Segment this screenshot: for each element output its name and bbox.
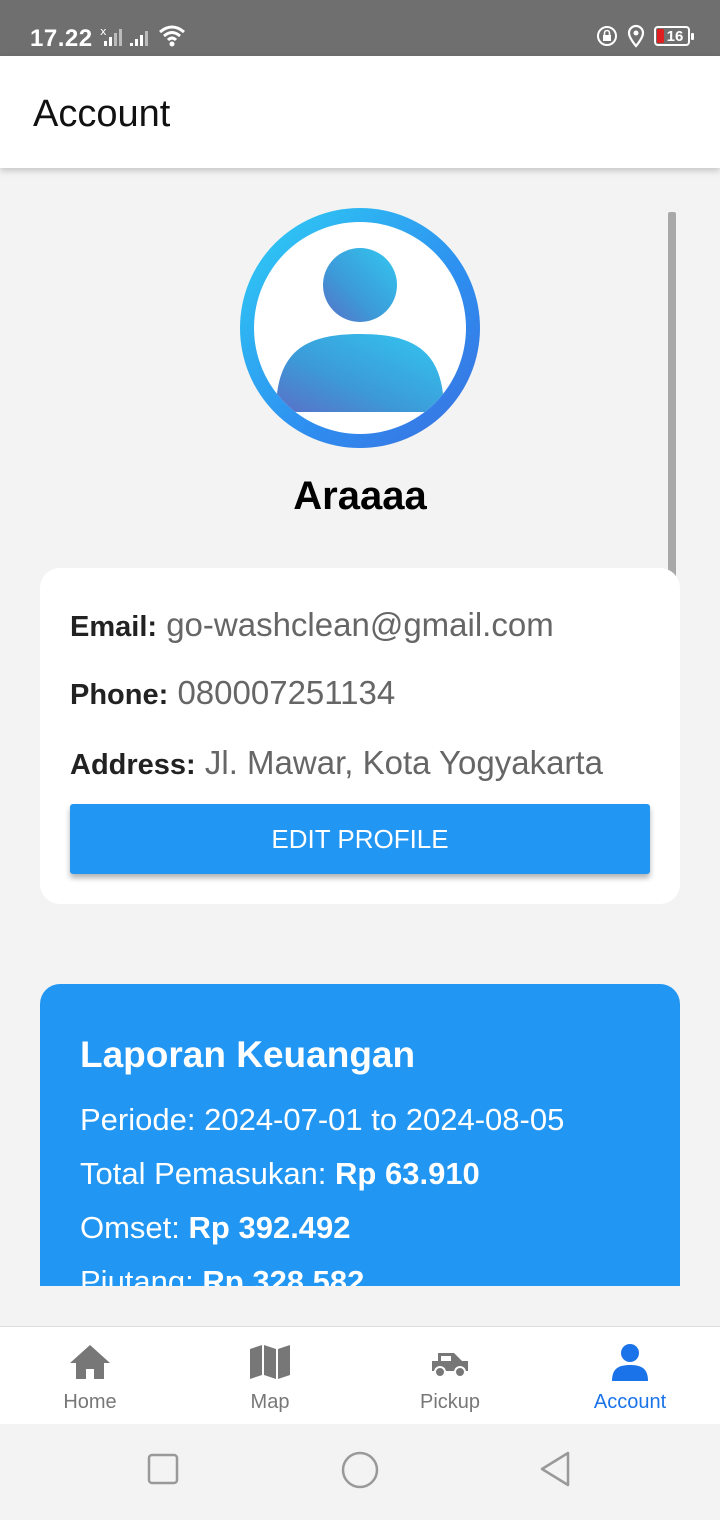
omset-value: Rp 392.492 — [188, 1210, 351, 1245]
mobile-signal-icon: x — [100, 26, 122, 46]
address-value: Jl. Mawar, Kota Yogyakarta — [204, 744, 603, 781]
income-value: Rp 63.910 — [335, 1156, 480, 1191]
status-time: 17.22 — [30, 25, 93, 52]
system-navigation-bar — [0, 1424, 720, 1520]
map-icon — [250, 1345, 290, 1379]
truck-icon — [432, 1353, 468, 1378]
svg-text:x: x — [100, 26, 107, 38]
financial-report-card: Laporan Keuangan Periode: 2024-07-01 to … — [40, 984, 680, 1286]
nav-home[interactable]: Home — [0, 1327, 180, 1424]
nav-map[interactable]: Map — [180, 1327, 360, 1424]
account-content[interactable]: Araaaa Email: go-washclean@gmail.com Pho… — [0, 168, 720, 1326]
profile-name: Araaaa — [293, 474, 427, 518]
nav-pickup[interactable]: Pickup — [360, 1327, 540, 1424]
report-period: Periode: 2024-07-01 to 2024-08-05 — [80, 1102, 564, 1138]
home-icon — [70, 1345, 110, 1379]
email-value: go-washclean@gmail.com — [166, 606, 554, 643]
report-omset: Omset: Rp 392.492 — [80, 1210, 351, 1246]
nav-pickup-label: Pickup — [419, 1391, 481, 1413]
battery-indicator: 16 — [654, 26, 694, 46]
email-row: Email: go-washclean@gmail.com — [70, 606, 554, 644]
person-icon — [612, 1344, 648, 1381]
status-bar: 17.22 x 16 — [0, 0, 720, 56]
profile-card: Email: go-washclean@gmail.com Phone: 080… — [40, 568, 680, 904]
period-value: 2024-07-01 to 2024-08-05 — [204, 1102, 565, 1137]
lock-rotation-icon — [597, 26, 617, 46]
period-label: Periode: — [80, 1102, 196, 1137]
address-label: Address: — [70, 749, 196, 781]
app-bar: Account — [0, 56, 720, 168]
phone-row: Phone: 080007251134 — [70, 674, 395, 712]
page-title: Account — [33, 93, 171, 135]
recents-icon[interactable] — [146, 1452, 180, 1486]
report-title: Laporan Keuangan — [80, 1034, 416, 1075]
location-icon — [627, 24, 645, 48]
avatar — [240, 208, 480, 448]
omset-label: Omset: — [80, 1210, 180, 1245]
nav-home-label: Home — [63, 1391, 117, 1413]
income-label: Total Pemasukan: — [80, 1156, 327, 1191]
email-label: Email: — [70, 611, 158, 643]
phone-value: 080007251134 — [177, 674, 396, 711]
report-piutang: Piutang: Rp 328.582 — [80, 1264, 364, 1286]
nav-account-label: Account — [593, 1391, 667, 1413]
edit-profile-button[interactable]: EDIT PROFILE — [70, 804, 650, 874]
battery-level: 16 — [666, 27, 684, 45]
bottom-navigation: Home Map Pickup Account — [0, 1326, 720, 1424]
nav-account[interactable]: Account — [540, 1327, 720, 1424]
nav-map-label: Map — [250, 1391, 290, 1413]
piutang-label: Piutang: — [80, 1264, 194, 1286]
piutang-value: Rp 328.582 — [202, 1264, 365, 1286]
person-avatar-icon — [276, 248, 444, 412]
mobile-signal-2-icon — [130, 31, 148, 46]
address-row: Address: Jl. Mawar, Kota Yogyakarta — [70, 744, 603, 782]
wifi-icon — [159, 25, 185, 47]
report-income: Total Pemasukan: Rp 63.910 — [80, 1156, 480, 1192]
back-icon[interactable] — [538, 1450, 574, 1488]
phone-label: Phone: — [70, 679, 169, 711]
home-circle-icon[interactable] — [340, 1450, 380, 1490]
